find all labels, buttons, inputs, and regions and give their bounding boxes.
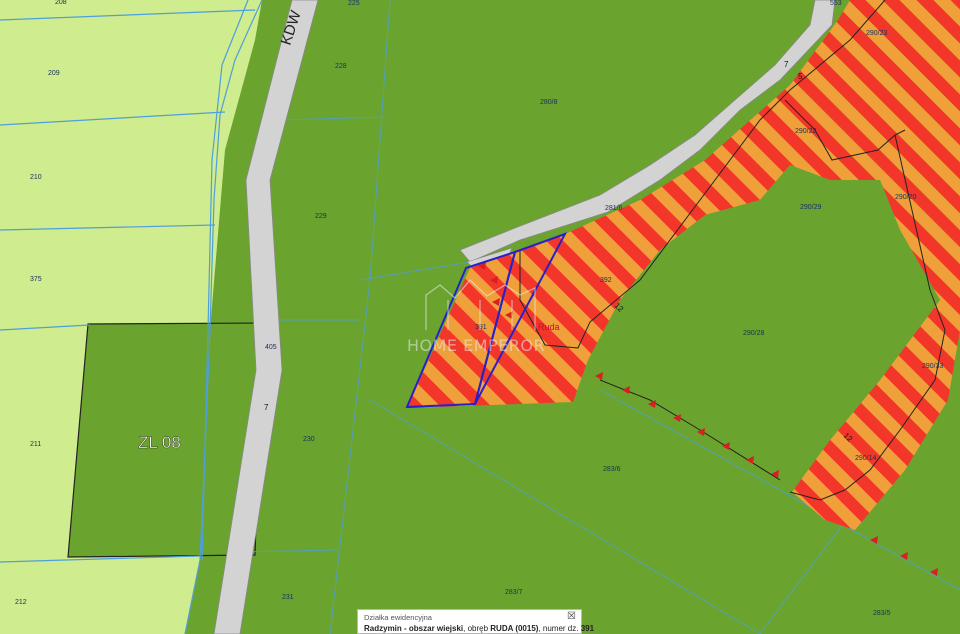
parcel-label-281-6: 281/6: [605, 205, 623, 212]
parcel-label-280-8: 280/8: [540, 99, 558, 106]
popup-body: Radzymin - obszar wiejski, obręb RUDA (0…: [364, 624, 594, 633]
parcel-info-popup[interactable]: Działka ewidencyjna ☒ Radzymin - obszar …: [357, 609, 594, 634]
parcel-label-553: 553: [830, 0, 842, 7]
parcel-label-391: 391: [475, 324, 487, 331]
parcel-label-290-22: 290/22: [795, 128, 817, 135]
parcel-label-283-6: 283/6: [603, 466, 621, 473]
parcel-label-229: 229: [315, 213, 327, 220]
parcel-label-211: 211: [30, 441, 41, 448]
place-label-ruda: Ruda: [538, 322, 560, 332]
parcel-label-290-14: 290/14: [855, 455, 877, 462]
parcel-label-290-20: 290/20: [895, 194, 917, 201]
parcel-label-283-5: 283/5: [873, 610, 891, 617]
watermark-text: HOME EMPEROR: [407, 336, 546, 355]
dimension-label-7a: 7: [264, 403, 269, 412]
zone-label-zl08: ZL 08: [138, 433, 181, 452]
close-icon[interactable]: ☒: [567, 611, 576, 622]
popup-parcel-number: 391: [580, 624, 595, 633]
map-canvas[interactable]: 208 209 210 375 211 212 225 228 229 230 …: [0, 0, 960, 634]
parcel-label-208: 208: [55, 0, 67, 6]
parcel-label-405: 405: [265, 344, 277, 351]
popup-precinct: RUDA (0015): [490, 624, 539, 633]
parcel-label-230: 230: [303, 436, 315, 443]
parcel-label-283-7: 283/7: [505, 589, 523, 596]
popup-municipality: Radzymin - obszar wiejski: [364, 624, 464, 633]
dimension-label-7b: 7: [784, 60, 789, 69]
popup-title: Działka ewidencyjna: [364, 613, 432, 622]
dimension-label-5: 5: [798, 72, 803, 81]
parcel-label-231: 231: [282, 594, 294, 601]
popup-number-prefix: , numer dz.: [538, 624, 579, 633]
parcel-label-209: 209: [48, 70, 60, 77]
parcel-label-375: 375: [30, 276, 42, 283]
parcel-label-228: 228: [335, 63, 347, 70]
parcel-label-210: 210: [30, 174, 42, 181]
popup-precinct-prefix: , obręb: [463, 624, 491, 633]
parcel-label-212: 212: [15, 599, 27, 606]
parcel-label-290-29: 290/29: [800, 204, 822, 211]
parcel-label-290-23: 290/23: [866, 30, 888, 37]
parcel-label-290-28: 290/28: [743, 330, 765, 337]
parcel-label-290-33: 290/33: [922, 363, 944, 370]
parcel-label-225: 225: [348, 0, 360, 7]
parcel-label-392: 392: [600, 277, 612, 284]
